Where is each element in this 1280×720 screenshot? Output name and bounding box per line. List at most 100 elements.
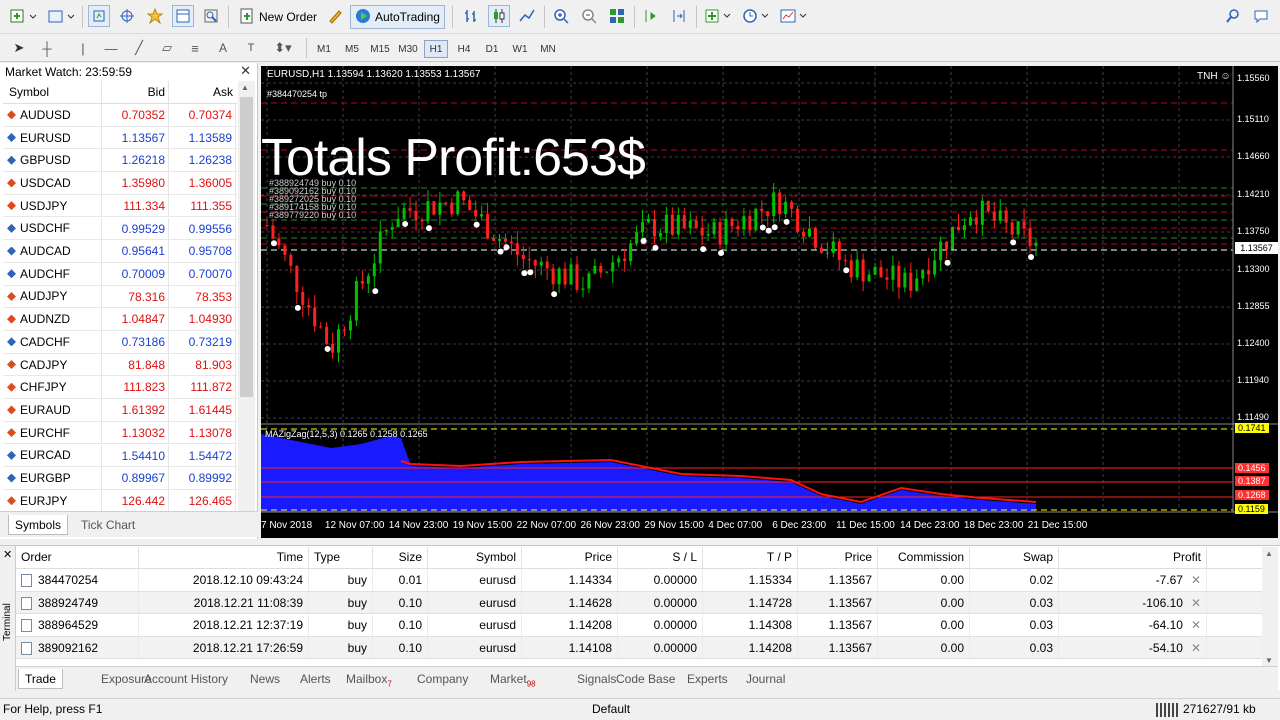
timeframe-d1[interactable]: D1 xyxy=(480,40,504,58)
scroll-up-icon[interactable]: ▲ xyxy=(1265,549,1273,558)
line-chart-icon[interactable] xyxy=(516,5,538,27)
column-header[interactable]: Commission xyxy=(878,547,970,568)
symbol-row[interactable]: USDCHF 0.99529 0.99556 xyxy=(3,217,237,241)
timeframe-m30[interactable]: M30 xyxy=(396,40,420,58)
column-header[interactable]: S / L xyxy=(618,547,703,568)
autotrading-button[interactable]: AutoTrading xyxy=(350,5,445,29)
timeframe-m1[interactable]: M1 xyxy=(312,40,336,58)
column-header[interactable]: Order xyxy=(16,547,139,568)
scroll-down-icon[interactable]: ▼ xyxy=(1265,656,1273,665)
templates-icon[interactable] xyxy=(778,5,812,27)
scroll-up-icon[interactable]: ▲ xyxy=(241,83,249,92)
column-header[interactable]: T / P xyxy=(703,547,798,568)
text-label-icon[interactable]: T xyxy=(240,37,262,59)
tab-market[interactable]: Market98 xyxy=(484,669,542,689)
tile-windows-icon[interactable] xyxy=(606,5,628,27)
timeframe-mn[interactable]: MN xyxy=(536,40,560,58)
timeframe-w1[interactable]: W1 xyxy=(508,40,532,58)
tab-code-base[interactable]: Code Base xyxy=(610,669,681,689)
timeframe-m15[interactable]: M15 xyxy=(368,40,392,58)
close-icon[interactable]: ✕ xyxy=(3,548,12,561)
symbol-row[interactable]: CADJPY 81.848 81.903 xyxy=(3,353,237,377)
close-order-icon[interactable]: ✕ xyxy=(1191,596,1201,610)
autoscroll-icon[interactable] xyxy=(668,5,690,27)
tab-alerts[interactable]: Alerts xyxy=(294,669,337,689)
column-header[interactable]: Type xyxy=(309,547,373,568)
symbol-row[interactable]: CHFJPY 111.823 111.872 xyxy=(3,376,237,400)
close-order-icon[interactable]: ✕ xyxy=(1191,618,1201,632)
column-header[interactable]: Profit xyxy=(1059,547,1207,568)
channel-icon[interactable]: ▱ xyxy=(156,37,178,59)
arrows-icon[interactable]: ⬍▾ xyxy=(268,37,298,59)
column-header-bid[interactable]: Bid xyxy=(102,81,169,103)
tab-experts[interactable]: Experts xyxy=(681,669,734,689)
zoom-out-icon[interactable] xyxy=(578,5,600,27)
tab-news[interactable]: News xyxy=(244,669,286,689)
symbol-row[interactable]: AUDCAD 0.95641 0.95708 xyxy=(3,240,237,263)
tab-mailbox[interactable]: Mailbox7 xyxy=(340,669,398,689)
fibonacci-icon[interactable]: ≡ xyxy=(184,37,206,59)
tab-trade[interactable]: Trade xyxy=(18,669,63,689)
trendline-icon[interactable]: ╱ xyxy=(128,37,150,59)
horizontal-line-icon[interactable]: — xyxy=(100,37,122,59)
crosshair-icon[interactable]: ┼ xyxy=(36,37,58,59)
timeframe-h1[interactable]: H1 xyxy=(424,40,448,58)
close-order-icon[interactable]: ✕ xyxy=(1191,573,1201,587)
symbol-row[interactable]: AUDNZD 1.04847 1.04930 xyxy=(3,308,237,331)
bar-chart-icon[interactable] xyxy=(460,5,482,27)
symbol-row[interactable]: EURCAD 1.54410 1.54472 xyxy=(3,444,237,468)
column-header-ask[interactable]: Ask xyxy=(169,81,236,103)
column-header[interactable]: Swap xyxy=(970,547,1059,568)
tab-account-history[interactable]: Account History xyxy=(138,669,234,689)
close-order-icon[interactable]: ✕ xyxy=(1191,641,1201,655)
new-order-button[interactable]: New Order xyxy=(234,5,322,29)
chart-window[interactable]: EURUSD,H1 1.13594 1.13620 1.13553 1.1356… xyxy=(261,66,1278,538)
zoom-in-icon[interactable] xyxy=(550,5,572,27)
scrollbar-thumb[interactable] xyxy=(240,97,253,397)
tab-symbols[interactable]: Symbols xyxy=(8,515,69,535)
indicators-icon[interactable] xyxy=(702,5,736,27)
symbol-row[interactable]: CADCHF 0.73186 0.73219 xyxy=(3,331,237,354)
tester-icon[interactable] xyxy=(200,5,222,27)
column-header[interactable]: Time xyxy=(139,547,309,568)
tab-tick-chart[interactable]: Tick Chart xyxy=(75,515,141,535)
timeframe-h4[interactable]: H4 xyxy=(452,40,476,58)
symbol-row[interactable]: USDCAD 1.35980 1.36005 xyxy=(3,172,237,195)
cursor-icon[interactable]: ➤ xyxy=(8,37,30,59)
trade-row[interactable]: 388964529 2018.12.21 12:37:19 buy 0.10 eurus… xyxy=(16,614,1262,637)
column-header[interactable]: Symbol xyxy=(428,547,522,568)
terminal-icon[interactable] xyxy=(172,5,194,27)
chart-shift-icon[interactable] xyxy=(640,5,662,27)
candlestick-icon[interactable] xyxy=(488,5,510,27)
symbol-row[interactable]: AUDCHF 0.70009 0.70070 xyxy=(3,262,237,286)
search-icon[interactable] xyxy=(1222,5,1244,27)
market-watch-scrollbar[interactable]: ▲ xyxy=(238,81,255,511)
symbol-row[interactable]: EURUSD 1.13567 1.13589 xyxy=(3,126,237,150)
profiles-icon[interactable] xyxy=(44,5,78,27)
tab-journal[interactable]: Journal xyxy=(740,669,791,689)
symbol-row[interactable]: EURAUD 1.61392 1.61445 xyxy=(3,399,237,422)
symbol-row[interactable]: AUDUSD 0.70352 0.70374 xyxy=(3,104,237,127)
trade-row[interactable]: 389092162 2018.12.21 17:26:59 buy 0.10 eurus… xyxy=(16,636,1262,659)
tab-company[interactable]: Company xyxy=(411,669,474,689)
new-chart-icon[interactable] xyxy=(6,5,40,27)
timeframe-m5[interactable]: M5 xyxy=(340,40,364,58)
text-tool-icon[interactable]: A xyxy=(212,37,234,59)
symbol-row[interactable]: EURJPY 126.442 126.465 xyxy=(3,489,237,513)
metaeditor-icon[interactable] xyxy=(324,5,346,27)
navigator-icon[interactable] xyxy=(116,5,138,27)
symbol-row[interactable]: AUDJPY 78.316 78.353 xyxy=(3,285,237,309)
symbol-row[interactable]: USDJPY 111.334 111.355 xyxy=(3,194,237,218)
terminal-scrollbar[interactable]: ▲ ▼ xyxy=(1262,547,1278,667)
favorites-icon[interactable] xyxy=(144,5,166,27)
symbol-row[interactable]: EURCHF 1.13032 1.13078 xyxy=(3,421,237,445)
periods-icon[interactable] xyxy=(740,5,774,27)
market-watch-icon[interactable] xyxy=(88,5,110,27)
trade-row[interactable]: 388924749 2018.12.21 11:08:39 buy 0.10 eurus… xyxy=(16,591,1262,614)
trade-row[interactable]: 384470254 2018.12.10 09:43:24 buy 0.01 eurus… xyxy=(16,569,1262,592)
symbol-row[interactable]: EURGBP 0.89967 0.89992 xyxy=(3,467,237,490)
close-icon[interactable]: ✕ xyxy=(240,63,251,79)
symbol-row[interactable]: GBPUSD 1.26218 1.26238 xyxy=(3,149,237,173)
vertical-line-icon[interactable]: | xyxy=(72,37,94,59)
column-header[interactable]: Size xyxy=(373,547,428,568)
